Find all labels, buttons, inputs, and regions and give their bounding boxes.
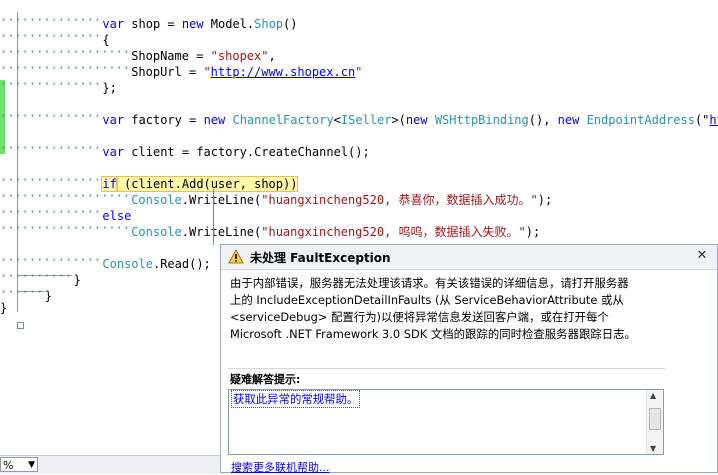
code-line: ··········} xyxy=(0,268,81,287)
code-token: var xyxy=(102,145,125,159)
code-token: WriteLine( xyxy=(189,193,262,207)
close-button[interactable]: ✕ xyxy=(695,248,709,264)
whitespace-marker: ·············· xyxy=(0,13,102,27)
code-token: } xyxy=(44,289,53,303)
exception-assistant: 未处理 FaultException ✕ 由于内部错误，服务器无法处理该请求。有… xyxy=(220,244,718,474)
exception-pointer-line xyxy=(213,189,214,245)
code-token: factory = xyxy=(124,113,204,127)
code-token: } xyxy=(73,273,81,287)
whitespace-marker: ·············· xyxy=(0,205,102,219)
whitespace-marker: ·················· xyxy=(0,61,131,75)
code-token: new xyxy=(203,113,226,127)
code-token: . xyxy=(181,193,189,207)
chevron-down-icon: ▼ xyxy=(28,460,35,470)
code-token: () xyxy=(283,17,298,31)
whitespace-marker: ·············· xyxy=(0,77,102,91)
scroll-down-icon[interactable]: ▼ xyxy=(650,444,656,453)
code-token: " xyxy=(355,65,363,79)
zoom-value: % xyxy=(3,459,14,472)
code-token: Console xyxy=(102,257,153,271)
code-token: EndpointAddress xyxy=(586,113,695,127)
code-line: ······} xyxy=(0,284,53,303)
code-token: var xyxy=(102,113,125,127)
code-token: .Read(); xyxy=(152,257,211,271)
code-token: Shop xyxy=(254,17,284,31)
code-token: } xyxy=(0,301,8,315)
code-line: ··················ShopUrl = "http://www.… xyxy=(0,60,363,79)
code-token: "huangxincheng520, 恭喜你，数据插入成功。" xyxy=(261,193,538,207)
code-line: ··············var factory = new ChannelF… xyxy=(0,108,718,127)
code-token: (" xyxy=(694,113,710,127)
exception-header: 未处理 FaultException ✕ xyxy=(221,245,717,270)
code-line: ··············var client = factory.Creat… xyxy=(0,140,370,159)
code-line: ··············if (client.Add(user, shop)… xyxy=(0,172,299,192)
code-token: < xyxy=(333,113,341,127)
code-token: }; xyxy=(102,81,117,95)
scroll-thumb[interactable] xyxy=(649,408,661,430)
code-token: . xyxy=(181,225,189,239)
whitespace-marker: ·············· xyxy=(0,109,102,123)
code-line: ··············var shop = new Model.Shop(… xyxy=(0,12,298,31)
code-token: Model. xyxy=(203,17,255,31)
code-token: >( xyxy=(391,113,406,127)
code-line: ··················ShopName = "shopex", xyxy=(0,44,276,63)
whitespace-marker: ·················· xyxy=(0,45,131,59)
code-token: ChannelFactory xyxy=(232,113,334,127)
code-token: new xyxy=(181,17,204,31)
code-token: new xyxy=(557,113,580,127)
code-token: http://www.shopex.cn xyxy=(210,65,356,79)
code-token: Console xyxy=(131,225,182,239)
exception-message-line: 上的 IncludeExceptionDetailInFaults (从 Ser… xyxy=(230,293,624,307)
code-token: http xyxy=(709,113,718,127)
tips-scrollbar[interactable]: ▲ ▼ xyxy=(646,390,663,454)
code-token: "huangxincheng520, 呜呜，数据插入失败。" xyxy=(261,225,526,239)
whitespace-marker: ·················· xyxy=(0,189,131,203)
exception-message-line: Microsoft .NET Framework 3.0 SDK 文档的跟踪的同… xyxy=(230,327,636,341)
code-line: ··················Console.WriteLine("hua… xyxy=(0,220,541,239)
code-line: ··············}; xyxy=(0,76,117,95)
general-help-link[interactable]: 获取此异常的常规帮助。 xyxy=(230,390,361,408)
code-line: ··············else xyxy=(0,204,131,223)
code-token: WriteLine( xyxy=(189,225,262,239)
divider xyxy=(228,368,665,369)
code-token: ShopUrl = xyxy=(131,65,204,79)
troubleshooting-tips-list[interactable]: 获取此异常的常规帮助。 ▲ ▼ xyxy=(228,389,664,455)
exception-message: 由于内部错误，服务器无法处理该请求。有关该错误的详细信息，请打开服务器 上的 I… xyxy=(230,275,660,343)
exception-message-line: 由于内部错误，服务器无法处理该请求。有关该错误的详细信息，请打开服务器 xyxy=(230,276,629,290)
exception-title: 未处理 FaultException xyxy=(250,251,391,265)
whitespace-marker: ·················· xyxy=(0,221,131,235)
warning-icon xyxy=(228,249,244,264)
whitespace-marker: ·············· xyxy=(0,29,102,43)
scroll-up-icon[interactable]: ▲ xyxy=(650,391,656,400)
code-token: WSHttpBinding xyxy=(434,113,529,127)
code-line: } xyxy=(0,300,7,316)
whitespace-marker: ······ xyxy=(0,285,44,299)
code-line: ··············Console.Read(); xyxy=(0,252,211,271)
code-token: ); xyxy=(537,193,553,207)
exception-message-line: <serviceDebug> 配置行为)以便将异常信息发送回客户端，或在打开每个 xyxy=(230,310,609,324)
zoom-combobox[interactable]: % ▼ xyxy=(0,457,38,472)
whitespace-marker: ·············· xyxy=(0,173,102,187)
whitespace-marker: ·············· xyxy=(0,141,102,155)
code-token: (), xyxy=(528,113,558,127)
outline-end-marker xyxy=(17,322,24,329)
code-line: ··················Console.WriteLine("hua… xyxy=(0,188,553,207)
troubleshooting-label: 疑难解答提示: xyxy=(230,373,301,386)
code-token: new xyxy=(405,113,428,127)
code-token: client = factory.CreateChannel(); xyxy=(124,145,370,159)
code-token: shop = xyxy=(124,17,182,31)
code-token: Console xyxy=(131,193,182,207)
whitespace-marker: ·············· xyxy=(0,253,102,267)
code-token: " xyxy=(203,65,211,79)
code-token: ); xyxy=(525,225,541,239)
code-line: ··············{ xyxy=(0,28,110,47)
whitespace-marker: ·········· xyxy=(0,269,73,283)
code-token: ISeller xyxy=(340,113,392,127)
